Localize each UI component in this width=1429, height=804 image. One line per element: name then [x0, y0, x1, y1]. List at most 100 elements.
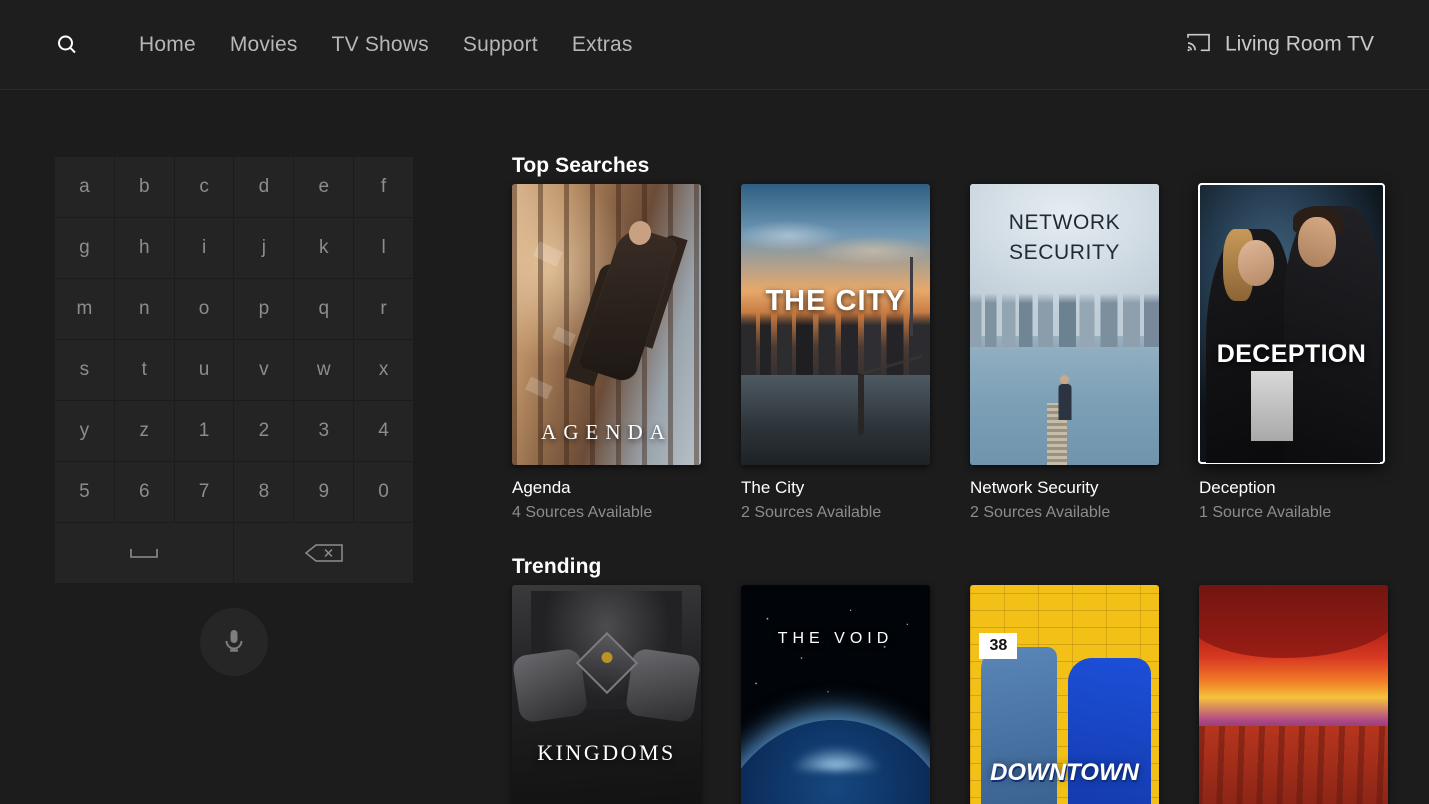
poster-sources: 1 Source Available	[1199, 504, 1332, 521]
poster-card[interactable]: NETWORK SECURITY Network Security 2 Sources…	[970, 184, 1199, 524]
poster-metadata: The City 2 Sources Available	[741, 465, 970, 524]
top-searches-row: AGENDA Agenda 4 Sources Available THE CITY T…	[512, 183, 1428, 524]
on-screen-keyboard[interactable]: abcdef ghijkl mnopqr stuvwx yz1234 567890	[55, 157, 413, 583]
nav-item-support[interactable]: Support	[446, 29, 555, 61]
poster-title-art: DECEPTION	[1216, 340, 1367, 369]
key-0[interactable]: 0	[354, 462, 413, 522]
poster-card[interactable]: AGENDA Agenda 4 Sources Available	[512, 184, 741, 524]
poster-title-art: NETWORK SECURITY	[1008, 211, 1121, 264]
poster-card[interactable]: 38 DOWNTOWN	[970, 585, 1199, 804]
poster-wrapper: GRANDRIDGE	[1199, 585, 1388, 804]
key-v[interactable]: v	[234, 340, 294, 400]
cast-icon	[1186, 31, 1211, 58]
poster-card[interactable]: DECEPTION Deception 1 Source Available	[1198, 183, 1428, 524]
key-4[interactable]: 4	[354, 401, 413, 461]
poster-artwork: NETWORK SECURITY	[970, 184, 1159, 465]
cast-device-label: Living Room TV	[1224, 32, 1374, 56]
poster-artwork: GRANDRIDGE	[1199, 585, 1388, 804]
key-p[interactable]: p	[234, 279, 294, 339]
poster-card[interactable]: THE VOID	[741, 585, 970, 804]
key-q[interactable]: q	[294, 279, 354, 339]
key-1[interactable]: 1	[174, 401, 234, 461]
section-title-trending: Trending	[512, 555, 602, 578]
poster-card[interactable]: KINGDOMS	[512, 585, 741, 804]
poster-artwork: THE CITY	[741, 184, 930, 465]
poster-artwork: AGENDA	[512, 184, 701, 465]
poster-metadata: Agenda 4 Sources Available	[512, 465, 741, 524]
nav-item-extras[interactable]: Extras	[555, 29, 650, 61]
key-x[interactable]: x	[354, 340, 413, 400]
key-n[interactable]: n	[114, 279, 174, 339]
key-y[interactable]: y	[55, 401, 114, 461]
nav-left-group: Home Movies TV Shows Support Extras	[0, 28, 650, 62]
key-6[interactable]: 6	[114, 462, 174, 522]
poster-wrapper: NETWORK SECURITY	[970, 184, 1159, 465]
key-d[interactable]: d	[234, 157, 294, 217]
key-e[interactable]: e	[294, 157, 354, 217]
nav-item-tv-shows[interactable]: TV Shows	[315, 29, 446, 61]
key-a[interactable]: a	[55, 157, 114, 217]
poster-artwork: DECEPTION	[1198, 183, 1385, 464]
key-f[interactable]: f	[354, 157, 413, 217]
poster-metadata: Network Security 2 Sources Available	[970, 465, 1199, 524]
poster-artwork: 38 DOWNTOWN	[970, 585, 1159, 804]
poster-wrapper: THE VOID	[741, 585, 930, 804]
poster-title-art: THE CITY	[765, 285, 906, 318]
key-9[interactable]: 9	[294, 462, 354, 522]
poster-sources: 2 Sources Available	[741, 504, 882, 521]
key-b[interactable]: b	[114, 157, 174, 217]
key-k[interactable]: k	[294, 218, 354, 278]
key-8[interactable]: 8	[234, 462, 294, 522]
search-results-panel: Top Searches AGENDA Agenda 4 Sources Avail…	[512, 90, 1429, 804]
search-icon[interactable]	[50, 28, 84, 62]
poster-artwork: KINGDOMS	[512, 585, 701, 804]
poster-title: Network Security	[970, 478, 1099, 497]
nav-item-movies[interactable]: Movies	[213, 29, 315, 61]
key-h[interactable]: h	[114, 218, 174, 278]
cast-device-button[interactable]: Living Room TV	[1186, 31, 1374, 58]
poster-title-art: DOWNTOWN	[990, 759, 1139, 787]
poster-card[interactable]: GRANDRIDGE	[1199, 585, 1428, 804]
nav-item-home[interactable]: Home	[122, 29, 213, 61]
key-t[interactable]: t	[114, 340, 174, 400]
trending-row: KINGDOMS THE VOID 38 DOWNTOWN GRANDRIDGE	[512, 585, 1428, 804]
key-m[interactable]: m	[55, 279, 114, 339]
poster-wrapper: THE CITY	[741, 184, 930, 465]
poster-sources: 4 Sources Available	[512, 504, 653, 521]
key-c[interactable]: c	[174, 157, 234, 217]
key-j[interactable]: j	[234, 218, 294, 278]
poster-title-art: KINGDOMS	[537, 739, 676, 765]
key-z[interactable]: z	[114, 401, 174, 461]
key-s[interactable]: s	[55, 340, 114, 400]
poster-artwork: THE VOID	[741, 585, 930, 804]
key-u[interactable]: u	[174, 340, 234, 400]
key-w[interactable]: w	[294, 340, 354, 400]
poster-title-art: AGENDA	[541, 420, 672, 444]
key-3[interactable]: 3	[294, 401, 354, 461]
key-backspace[interactable]	[234, 523, 413, 583]
tv-search-screen: Home Movies TV Shows Support Extras Livi…	[0, 0, 1429, 804]
key-g[interactable]: g	[55, 218, 114, 278]
poster-card[interactable]: THE CITY The City 2 Sources Available	[741, 184, 970, 524]
key-7[interactable]: 7	[174, 462, 234, 522]
poster-wrapper: DECEPTION	[1198, 183, 1388, 465]
voice-search-area	[55, 608, 413, 676]
microphone-button[interactable]	[200, 608, 268, 676]
key-l[interactable]: l	[354, 218, 413, 278]
poster-sources: 2 Sources Available	[970, 504, 1111, 521]
key-i[interactable]: i	[174, 218, 234, 278]
key-r[interactable]: r	[354, 279, 413, 339]
poster-title: Agenda	[512, 478, 571, 497]
poster-title-art: THE VOID	[777, 629, 894, 647]
poster-title: Deception	[1199, 478, 1276, 497]
poster-metadata: Deception 1 Source Available	[1199, 465, 1428, 524]
poster-wrapper: 38 DOWNTOWN	[970, 585, 1159, 804]
key-5[interactable]: 5	[55, 462, 114, 522]
poster-wrapper: AGENDA	[512, 184, 701, 465]
poster-wrapper: KINGDOMS	[512, 585, 701, 804]
key-2[interactable]: 2	[234, 401, 294, 461]
top-navigation-bar: Home Movies TV Shows Support Extras Livi…	[0, 0, 1429, 90]
key-o[interactable]: o	[174, 279, 234, 339]
poster-title: The City	[741, 478, 805, 497]
key-space[interactable]	[55, 523, 234, 583]
